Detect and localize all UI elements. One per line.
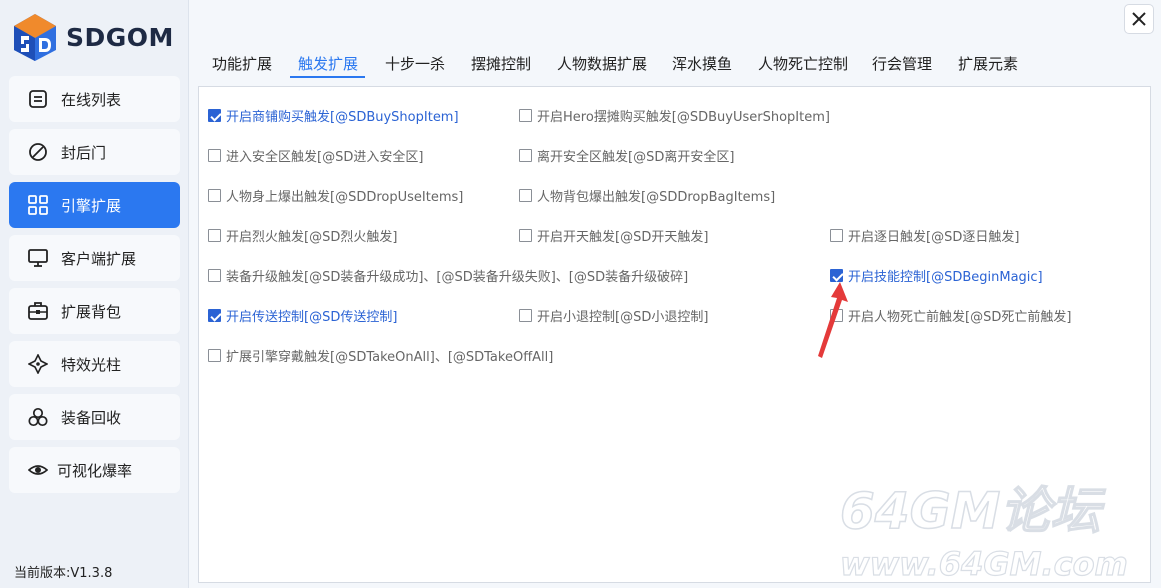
checkbox[interactable]: [519, 149, 532, 162]
sidebar-item-client-extension[interactable]: 客户端扩展: [9, 235, 180, 281]
checkbox[interactable]: [208, 189, 221, 202]
option-kaitian-trigger[interactable]: 开启开天触发[@SD开天触发]: [519, 226, 708, 245]
option-teleport-control[interactable]: 开启传送控制[@SD传送控制]: [208, 306, 397, 325]
red-arrow-annotation: [818, 282, 848, 358]
option-soft-logout-control[interactable]: 开启小退控制[@SD小退控制]: [519, 306, 708, 325]
grid-icon: [28, 195, 48, 215]
tab-trigger-extension[interactable]: 触发扩展: [298, 53, 358, 74]
eye-icon: [28, 465, 48, 475]
sidebar-item-effect-light[interactable]: 特效光柱: [9, 341, 180, 387]
logo-text: SDGOM: [66, 22, 174, 52]
option-enter-safezone-trigger[interactable]: 进入安全区触发[@SD进入安全区]: [208, 146, 423, 165]
checkbox[interactable]: [519, 189, 532, 202]
close-icon: [1132, 12, 1146, 26]
checkbox[interactable]: [519, 229, 532, 242]
checkbox[interactable]: [208, 149, 221, 162]
checkbox[interactable]: [208, 229, 221, 242]
option-hero-stall-buy-trigger[interactable]: 开启Hero摆摊购买触发[@SDBuyUserShopItem]: [519, 106, 830, 125]
watermark: 64GM论坛 www.64GM.com: [839, 481, 1128, 583]
checkbox[interactable]: [208, 109, 221, 122]
option-begin-magic-control[interactable]: 开启技能控制[@SDBeginMagic]: [830, 266, 1043, 285]
sdgom-logo-icon: [14, 14, 56, 61]
sidebar-item-label: 可视化爆率: [57, 462, 133, 480]
sidebar-item-equip-recycle[interactable]: 装备回收: [9, 394, 180, 440]
tab-extension-elements[interactable]: 扩展元素: [958, 53, 1018, 74]
app-logo: SDGOM: [12, 10, 187, 64]
sidebar-item-label: 客户端扩展: [61, 250, 137, 268]
sidebar-item-visual-drop-rate[interactable]: 可视化爆率: [9, 447, 180, 493]
tab-muddy-fishing[interactable]: 浑水摸鱼: [672, 53, 732, 74]
checkbox[interactable]: [519, 109, 532, 122]
sidebar-item-label: 扩展背包: [61, 303, 122, 321]
recycle-icon: [28, 407, 48, 427]
sidebar-item-backdoor[interactable]: 封后门: [9, 129, 180, 175]
close-button[interactable]: [1124, 4, 1154, 34]
tab-guild-management[interactable]: 行会管理: [872, 53, 932, 74]
option-fire-trigger[interactable]: 开启烈火触发[@SD烈火触发]: [208, 226, 397, 245]
sidebar-item-online-list[interactable]: 在线列表: [9, 76, 180, 122]
tab-function-extension[interactable]: 功能扩展: [212, 53, 272, 74]
sidebar-item-label: 装备回收: [61, 409, 122, 427]
active-tab-indicator: [290, 76, 365, 78]
option-equip-upgrade-trigger[interactable]: 装备升级触发[@SD装备升级成功]、[@SD装备升级失败]、[@SD装备升级破碎…: [208, 266, 688, 285]
sparkle-icon: [28, 354, 48, 374]
list-icon: [29, 90, 47, 108]
version-label: 当前版本:V1.3.8: [14, 566, 113, 581]
option-drop-bag-items-trigger[interactable]: 人物背包爆出触发[@SDDropBagItems]: [519, 186, 775, 205]
tab-ten-step-kill[interactable]: 十步一杀: [385, 53, 445, 74]
monitor-icon: [28, 249, 48, 267]
checkbox[interactable]: [208, 269, 221, 282]
sidebar-item-label: 引擎扩展: [61, 197, 122, 215]
tab-player-data-extension[interactable]: 人物数据扩展: [557, 53, 647, 74]
checkbox[interactable]: [208, 349, 221, 362]
checkbox[interactable]: [208, 309, 221, 322]
option-shop-buy-trigger[interactable]: 开启商铺购买触发[@SDBuyShopItem]: [208, 106, 459, 125]
ban-icon: [29, 143, 47, 161]
option-pre-death-trigger[interactable]: 开启人物死亡前触发[@SD死亡前触发]: [830, 306, 1071, 325]
tab-stall-control[interactable]: 摆摊控制: [471, 53, 531, 74]
watermark-url: www.64GM.com: [840, 545, 1128, 583]
sidebar-item-engine-extension[interactable]: 引擎扩展: [9, 182, 180, 228]
sidebar: SDGOM 在线列表 封后门 引擎扩展 客户端扩展 扩展背包 特效光柱 装备回收…: [0, 0, 189, 588]
checkbox[interactable]: [519, 309, 532, 322]
tab-death-control[interactable]: 人物死亡控制: [758, 53, 848, 74]
sidebar-item-extend-bag[interactable]: 扩展背包: [9, 288, 180, 334]
bag-icon: [28, 302, 48, 320]
sidebar-item-label: 在线列表: [61, 91, 122, 109]
watermark-title: 64GM论坛: [840, 482, 1106, 540]
sidebar-item-label: 封后门: [61, 144, 107, 162]
checkbox[interactable]: [830, 229, 843, 242]
sidebar-item-label: 特效光柱: [61, 356, 122, 374]
option-leave-safezone-trigger[interactable]: 离开安全区触发[@SD离开安全区]: [519, 146, 734, 165]
option-take-on-off-trigger[interactable]: 扩展引擎穿戴触发[@SDTakeOnAll]、[@SDTakeOffAll]: [208, 346, 553, 365]
option-drop-use-items-trigger[interactable]: 人物身上爆出触发[@SDDropUseItems]: [208, 186, 463, 205]
option-zhuri-trigger[interactable]: 开启逐日触发[@SD逐日触发]: [830, 226, 1019, 245]
